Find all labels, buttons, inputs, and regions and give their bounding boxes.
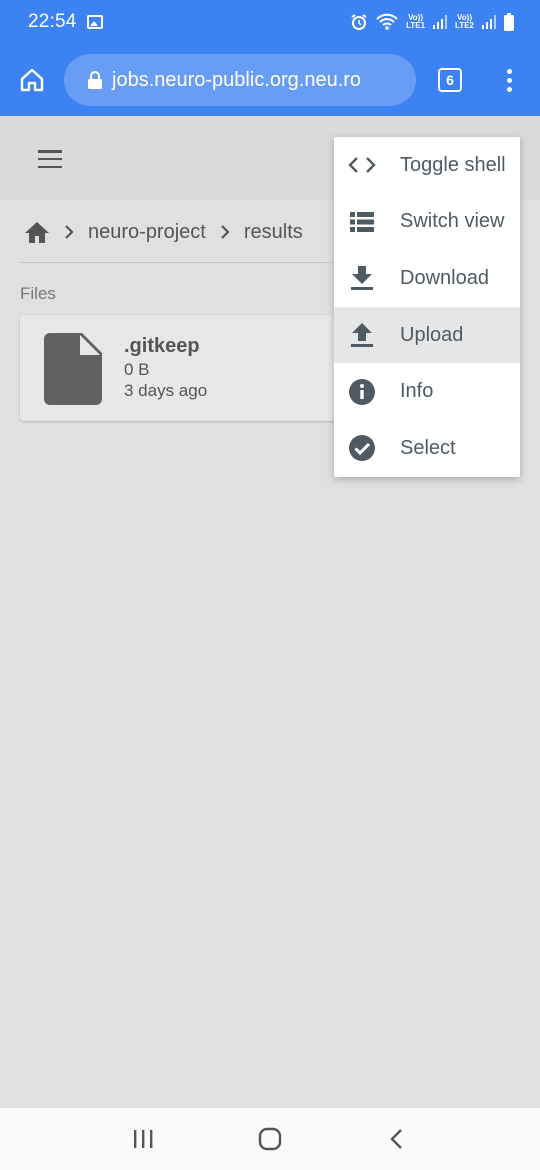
browser-toolbar: jobs.neuro-public.org.neu.ro 6 [0,44,540,116]
system-navigation-bar [0,1108,540,1170]
alarm-icon [351,14,367,30]
address-bar[interactable]: jobs.neuro-public.org.neu.ro [64,54,416,106]
network-2-bottom: LTE2 [455,21,474,30]
menu-dot [506,86,512,92]
breadcrumb-item-results[interactable]: results [244,221,303,244]
breadcrumb: neuro-project results [24,212,303,252]
file-name: .gitkeep [124,335,200,357]
list-view-icon [348,208,376,236]
network-2: Vo)) LTE2 [455,14,474,30]
tab-switcher-button[interactable]: 6 [438,68,462,92]
chevron-right-icon [220,224,230,240]
menu-item-label: Upload [400,323,464,346]
file-card[interactable]: .gitkeep 0 B 3 days ago [20,315,350,421]
download-icon [348,264,376,292]
code-icon [348,151,376,179]
home-button[interactable] [0,44,64,116]
upload-icon [348,321,376,349]
context-menu: Toggle shell Switch view Download Upload… [334,137,520,477]
menu-item-switch-view[interactable]: Switch view [334,194,520,251]
home-icon[interactable] [24,220,50,244]
file-icon [44,333,102,405]
status-time: 22:54 [28,11,77,32]
file-size: 0 B [124,360,150,379]
image-notification-icon [86,15,103,29]
menu-item-label: Switch view [400,210,505,233]
network-1-bottom: LTE1 [406,21,426,30]
files-section-label: Files [20,284,56,303]
menu-item-label: Toggle shell [400,153,506,176]
menu-item-toggle-shell[interactable]: Toggle shell [334,137,520,194]
battery-icon [504,13,514,31]
menu-item-info[interactable]: Info [334,363,520,420]
status-icons: Vo)) LTE1 Vo)) LTE2 [350,13,514,31]
chevron-right-icon [64,224,74,240]
wifi-icon [376,13,398,30]
network-1: Vo)) LTE1 [406,14,425,30]
breadcrumb-item-neuro-project[interactable]: neuro-project [88,221,206,244]
signal-1-icon [433,15,448,29]
url-text: jobs.neuro-public.org.neu.ro [112,68,362,91]
lock-icon [88,71,102,89]
recent-apps-button[interactable] [113,1114,173,1164]
hamburger-menu-icon[interactable] [38,150,62,168]
home-nav-button[interactable] [240,1114,300,1164]
back-button[interactable] [367,1114,427,1164]
check-circle-icon [348,434,376,462]
menu-item-upload[interactable]: Upload [334,306,520,364]
hamburger-line [38,157,62,161]
signal-2-icon [482,15,496,29]
status-bar: 22:54 Vo)) LTE1 Vo)) LTE2 [0,0,540,44]
menu-dot [506,77,512,83]
file-modified: 3 days ago [124,381,208,400]
menu-item-download[interactable]: Download [334,250,520,307]
info-icon [348,378,376,406]
back-icon [389,1129,402,1149]
hamburger-line [38,165,62,168]
recent-apps-icon [134,1130,153,1148]
home-nav-icon [258,1127,282,1151]
menu-item-select[interactable]: Select [334,420,520,477]
home-outline-icon [20,68,44,92]
menu-item-label: Select [400,436,456,459]
hamburger-line [38,150,62,153]
divider [20,262,340,263]
browser-menu-button[interactable] [494,60,524,100]
menu-item-label: Info [400,380,434,403]
menu-item-label: Download [400,266,489,289]
menu-dot [506,68,512,74]
